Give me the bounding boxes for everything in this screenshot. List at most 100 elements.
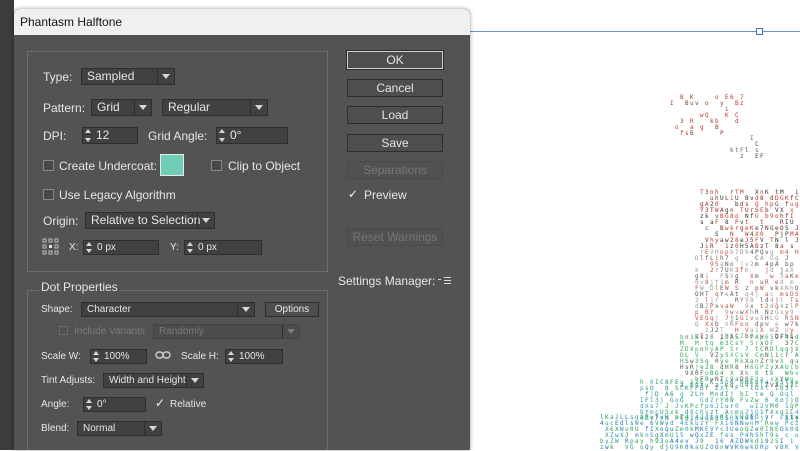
angle-input[interactable]: 0° — [83, 397, 146, 412]
halftone-dot: k — [710, 118, 714, 125]
halftone-dot: K — [745, 267, 749, 274]
dialog-titlebar[interactable]: Phantasm Halftone — [14, 9, 470, 35]
stepper-icon[interactable] — [228, 351, 235, 362]
options-button[interactable]: Options — [265, 302, 319, 317]
stepper-icon[interactable] — [219, 129, 226, 142]
halftone-dot: E — [725, 94, 729, 101]
relative-checkbox-checked-icon[interactable]: ✓ — [155, 397, 165, 409]
origin-dropdown[interactable]: Relative to Selection — [85, 212, 215, 229]
halftone-dot: 8 — [705, 279, 709, 286]
legacy-algorithm-checkbox[interactable] — [43, 189, 54, 200]
halftone-dot: K — [725, 112, 729, 119]
halftone-dot: o — [675, 414, 679, 421]
halftone-dot: f — [785, 201, 789, 208]
halftone-dot: 6 — [730, 379, 734, 386]
scale-h-label: Scale H: — [181, 351, 219, 362]
pattern-dropdown[interactable]: Grid — [91, 99, 152, 116]
halftone-dot: B — [780, 444, 784, 451]
variants-dropdown[interactable]: Randomly — [153, 324, 300, 339]
pattern-label: Pattern: — [43, 101, 86, 115]
dpi-label: DPI: — [43, 129, 67, 143]
halftone-dot: j — [790, 346, 794, 353]
halftone-dot: I — [655, 379, 659, 386]
halftone-dot: E — [710, 432, 714, 439]
link-chain-icon[interactable] — [155, 348, 171, 362]
type-dropdown[interactable]: Sampled — [81, 68, 175, 85]
halftone-dot: V — [730, 444, 734, 451]
halftone-dot: X — [730, 352, 734, 359]
workspace-edge — [0, 0, 14, 450]
halftone-dot: j — [755, 291, 759, 298]
halftone-dot: b — [730, 249, 734, 256]
halftone-dot: y — [720, 100, 724, 107]
halftone-dot: I — [670, 100, 674, 107]
save-button[interactable]: Save — [347, 134, 443, 152]
origin-grid-icon[interactable] — [42, 238, 60, 256]
shape-dropdown[interactable]: Character — [81, 302, 255, 317]
halftone-dot: 9 — [675, 444, 679, 451]
halftone-dot: k — [610, 444, 614, 451]
stepper-icon[interactable] — [85, 129, 92, 142]
halftone-dot: b — [735, 201, 739, 208]
halftone-dot: N — [730, 321, 734, 328]
origin-label: Origin: — [43, 214, 79, 228]
stepper-icon[interactable] — [86, 242, 93, 253]
tint-adjusts-dropdown[interactable]: Width and Height — [103, 373, 204, 388]
halftone-dot: t — [710, 414, 714, 421]
pattern-style-dropdown[interactable]: Regular — [162, 99, 268, 116]
halftone-dot: w — [700, 112, 704, 119]
origin-y-input[interactable]: 0 px — [184, 240, 262, 255]
halftone-dot: G — [780, 195, 784, 202]
halftone-dot: a — [710, 219, 714, 226]
reset-warnings-button[interactable]: Reset Warnings — [347, 228, 443, 246]
halftone-dot: C — [660, 379, 664, 386]
halftone-dot: X — [690, 346, 694, 353]
halftone-dot: j — [660, 397, 664, 404]
halftone-dot: W — [725, 444, 729, 451]
scale-h-input[interactable]: 100% — [225, 349, 283, 364]
x-label: X: — [69, 242, 79, 253]
halftone-dot: E — [700, 315, 704, 322]
halftone-dot: Y — [740, 340, 744, 347]
stepper-icon[interactable] — [187, 242, 194, 253]
halftone-dot: F — [735, 385, 739, 392]
grid-angle-input[interactable]: 0° — [216, 127, 288, 144]
origin-x-input[interactable]: 0 px — [83, 240, 159, 255]
preview-checkbox-checked-icon[interactable]: ✓ — [348, 188, 358, 200]
halftone-dot: V — [795, 444, 799, 451]
scale-w-input[interactable]: 100% — [90, 349, 147, 364]
cancel-button[interactable]: Cancel — [347, 79, 443, 97]
undercoat-color-swatch[interactable] — [160, 154, 184, 176]
halftone-dot: v — [775, 444, 779, 451]
halftone-dot: H — [725, 364, 729, 371]
halftone-dot: e — [725, 291, 729, 298]
halftone-dot: f — [740, 267, 744, 274]
halftone-dot: g — [735, 255, 739, 262]
include-variants-checkbox[interactable] — [59, 326, 68, 335]
halftone-dot: 0 — [685, 426, 689, 433]
flyout-menu-icon[interactable] — [438, 276, 452, 286]
selection-handle[interactable] — [756, 28, 763, 35]
clip-to-object-checkbox[interactable] — [211, 160, 222, 171]
ok-button[interactable]: OK — [346, 50, 444, 70]
halftone-dot: v — [750, 195, 754, 202]
halftone-dot: G — [780, 426, 784, 433]
tint-adjusts-value: Width and Height — [109, 375, 186, 386]
halftone-dot: v — [695, 100, 699, 107]
blend-dropdown[interactable]: Normal — [77, 421, 162, 436]
dpi-input[interactable]: 12 — [82, 127, 138, 144]
stepper-icon[interactable] — [93, 351, 100, 362]
halftone-dot: 0 — [715, 358, 719, 365]
create-undercoat-checkbox[interactable] — [43, 160, 54, 171]
halftone-dot: D — [755, 444, 759, 451]
halftone-dot: e — [725, 432, 729, 439]
halftone-dot: x — [775, 409, 779, 416]
halftone-dot: A — [780, 364, 784, 371]
halftone-dot: l — [785, 237, 789, 244]
load-button[interactable]: Load — [347, 106, 443, 124]
stepper-icon[interactable] — [86, 399, 93, 410]
halftone-dot: d — [735, 118, 739, 125]
separations-button[interactable]: Separations — [347, 161, 443, 179]
halftone-dot: 3 — [680, 118, 684, 125]
halftone-dot: g — [700, 124, 704, 131]
